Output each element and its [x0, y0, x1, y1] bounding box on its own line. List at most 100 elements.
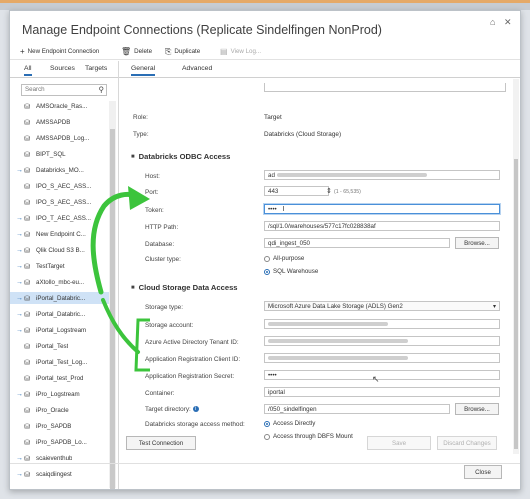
endpoint-list-item[interactable]: ⛁ iPro_SAPDB_Lo...	[16, 436, 106, 448]
radio-button[interactable]	[264, 255, 270, 262]
access-dbfs-mount-radio[interactable]: Access through DBFS Mount	[264, 433, 353, 440]
scrollbar-thumb[interactable]	[110, 129, 115, 489]
endpoint-list-item[interactable]: ⛁ AMSOracle_Ras...	[16, 100, 106, 112]
save-button[interactable]: Save	[367, 436, 431, 450]
endpoint-list-item-label: iPortal_test_Prod	[36, 374, 84, 382]
endpoint-list-scrollbar[interactable]	[109, 101, 116, 489]
storage-account-field[interactable]	[264, 319, 500, 329]
direction-arrow-icon: →	[16, 214, 23, 222]
duplicate-button[interactable]: ⎘ Duplicate	[165, 46, 200, 57]
discard-changes-button[interactable]: Discard Changes	[437, 436, 497, 450]
database-browse-button[interactable]: Browse...	[455, 237, 499, 249]
token-value: ••••	[268, 206, 277, 213]
endpoint-list-item[interactable]: → ⛁ Databricks_MO...	[16, 164, 106, 176]
endpoint-list-item[interactable]: ⛁ IPO_S_AEC_ASS...	[16, 180, 106, 192]
close-icon[interactable]: ✕	[504, 17, 512, 28]
endpoint-list-item[interactable]: ⛁ iPro_Oracle	[16, 404, 106, 416]
info-icon[interactable]: i	[192, 406, 199, 412]
odbc-section-header[interactable]: ■ Databricks ODBC Access	[131, 152, 230, 161]
endpoint-list-panel: All Sources Targets Search ⚲ ⛁ AMSOracle_…	[10, 61, 119, 489]
endpoint-list-item-label: scaieventhub	[36, 454, 73, 462]
all-purpose-label: All-purpose	[273, 255, 305, 262]
endpoint-list-item[interactable]: ⛁ BIPT_SQL	[16, 148, 106, 160]
radio-button-selected[interactable]	[264, 420, 270, 427]
tab-general[interactable]: General	[131, 65, 156, 76]
http-path-label: HTTP Path:	[145, 224, 179, 231]
details-scrollbar[interactable]	[513, 79, 519, 454]
target-directory-field[interactable]: /050_sindelfingen	[264, 404, 450, 414]
database-field[interactable]: qdi_ingest_050	[264, 238, 450, 248]
client-id-field[interactable]	[264, 353, 500, 363]
target-directory-browse-button[interactable]: Browse...	[455, 403, 499, 415]
endpoint-list-item[interactable]: ⛁ AMSSAPDB_Log...	[16, 132, 106, 144]
restore-icon[interactable]: ⌂	[490, 17, 495, 27]
endpoint-list-item[interactable]: ⛁ iPortal_Test_Log...	[16, 356, 106, 368]
close-button[interactable]: Close	[464, 465, 502, 479]
tenant-id-field[interactable]	[264, 336, 500, 346]
tab-all[interactable]: All	[24, 65, 32, 76]
cloud-storage-section-header[interactable]: ■ Cloud Storage Data Access	[131, 283, 238, 292]
delete-button[interactable]: 🗑 Delete	[121, 46, 152, 57]
scrollbar-thumb[interactable]	[514, 159, 518, 449]
endpoint-list-item-label: iPortal_Test_Log...	[36, 358, 88, 366]
details-tabs: General Advanced	[119, 61, 520, 78]
http-path-field[interactable]: /sql/1.0/warehouses/577c17fc028838af	[264, 221, 500, 231]
endpoint-list-item[interactable]: → ⛁ iPortal_Databric...	[16, 308, 106, 320]
storage-type-select[interactable]: Microsoft Azure Data Lake Storage (ADLS)…	[264, 301, 500, 311]
database-icon: ⛁	[24, 421, 31, 431]
search-input[interactable]: Search ⚲	[21, 84, 107, 96]
endpoint-list-item-label: IPO_S_AEC_ASS...	[36, 198, 92, 206]
access-directly-radio[interactable]: Access Directly	[264, 420, 315, 427]
endpoint-list-item[interactable]: → ⛁ iPortal_Logstream	[16, 324, 106, 336]
view-logs-button[interactable]: ▤ View Log...	[220, 46, 261, 57]
radio-button[interactable]	[264, 433, 270, 440]
endpoint-list-item[interactable]: ⛁ iPortal_Test	[16, 340, 106, 352]
test-connection-button[interactable]: Test Connection	[126, 436, 196, 450]
endpoint-list-item[interactable]: ⛁ IPO_S_AEC_ASS...	[16, 196, 106, 208]
database-icon: ⛁	[24, 325, 31, 335]
endpoint-list: ⛁ AMSOracle_Ras... ⛁ AMSSAPDB ⛁ AMSSAPDB_Log.…	[10, 100, 118, 490]
cluster-sql-warehouse-radio[interactable]: SQL Warehouse	[264, 268, 318, 275]
radio-button-selected[interactable]	[264, 268, 270, 275]
new-endpoint-button[interactable]: + New Endpoint Connection	[20, 46, 99, 57]
endpoint-list-item[interactable]: → ⛁ aXtollo_mbc-eu...	[16, 276, 106, 288]
search-icon: ⚲	[98, 85, 105, 94]
database-icon: ⛁	[24, 389, 31, 399]
dialog-title: Manage Endpoint Connections (Replicate S…	[22, 23, 382, 37]
type-value: Databricks (Cloud Storage)	[264, 131, 342, 138]
secret-field[interactable]: ••••	[264, 370, 500, 380]
container-field[interactable]: iportal	[264, 387, 500, 397]
endpoint-list-item[interactable]: ⛁ iPortal_test_Prod	[16, 372, 106, 384]
token-label: Token:	[145, 207, 164, 214]
endpoint-list-item-label: BIPT_SQL	[36, 150, 66, 158]
token-field[interactable]: •••• I	[264, 204, 500, 214]
endpoint-list-item-label: aXtollo_mbc-eu...	[36, 278, 85, 286]
endpoint-list-item[interactable]: ⛁ iPro_SAPDB	[16, 420, 106, 432]
cloud-storage-section-title: Cloud Storage Data Access	[138, 283, 238, 292]
database-icon: ⛁	[24, 181, 31, 191]
direction-arrow-icon: →	[16, 246, 23, 254]
endpoint-list-item[interactable]: → ⛁ iPro_Logstream	[16, 388, 106, 400]
endpoint-list-item[interactable]: → ⛁ IPO_T_AEC_ASS...	[16, 212, 106, 224]
direction-arrow-icon: →	[16, 390, 23, 398]
cluster-all-purpose-radio[interactable]: All-purpose	[264, 255, 304, 262]
tab-sources[interactable]: Sources	[50, 65, 75, 72]
endpoint-list-item[interactable]: → ⛁ Qlik Cloud S3 B...	[16, 244, 106, 256]
name-field[interactable]	[264, 83, 506, 92]
tab-targets[interactable]: Targets	[85, 65, 107, 72]
container-value: iportal	[268, 389, 285, 396]
port-stepper-icon[interactable]: ⇕	[326, 187, 332, 195]
http-path-value: /sql/1.0/warehouses/577c17fc028838af	[268, 223, 376, 230]
database-icon: ⛁	[24, 293, 31, 303]
endpoint-list-item-label: IPO_T_AEC_ASS...	[36, 214, 92, 222]
log-icon: ▤	[220, 46, 228, 56]
endpoint-list-item[interactable]: ⛁ AMSSAPDB	[16, 116, 106, 128]
port-field[interactable]: 443	[264, 186, 329, 196]
endpoint-list-item[interactable]: → ⛁ TestTarget	[16, 260, 106, 272]
tab-advanced[interactable]: Advanced	[182, 65, 212, 72]
host-field[interactable]: ad	[264, 170, 500, 180]
storage-account-label: Storage account:	[145, 322, 194, 329]
database-icon: ⛁	[24, 437, 31, 447]
endpoint-list-item[interactable]: → ⛁ New Endpoint C...	[16, 228, 106, 240]
endpoint-list-item[interactable]: → ⛁ iPortal_Databric...	[10, 292, 116, 304]
